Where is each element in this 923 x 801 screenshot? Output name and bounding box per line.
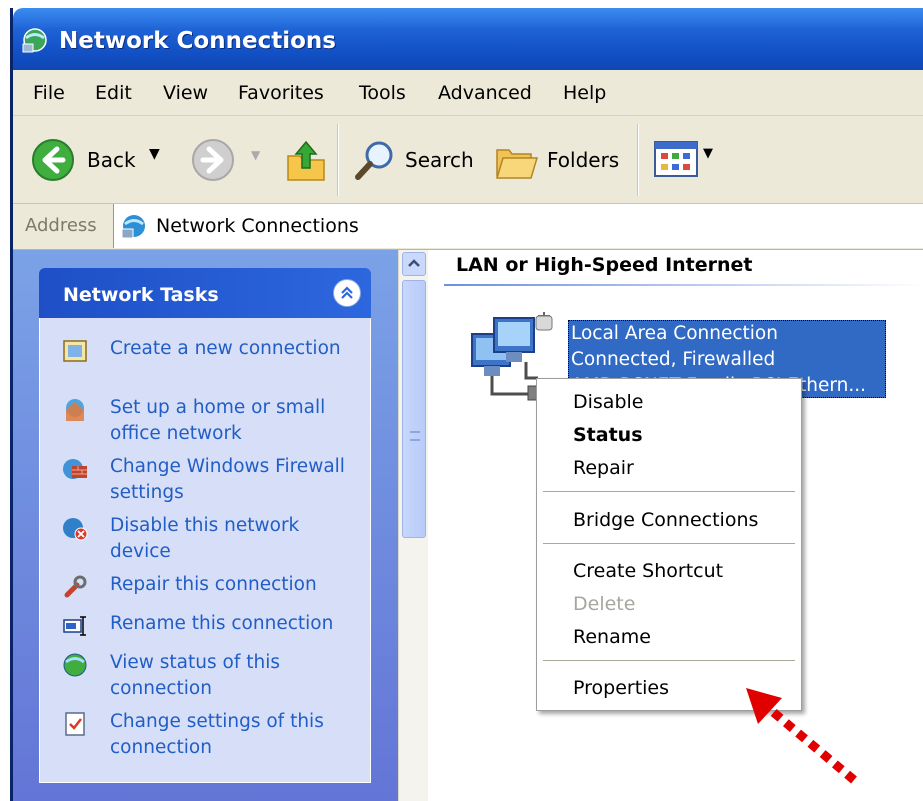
search-button[interactable]: Search xyxy=(353,136,481,184)
views-icon xyxy=(654,141,698,177)
vertical-scrollbar[interactable] xyxy=(398,250,428,801)
menu-help[interactable]: Help xyxy=(563,82,606,104)
group-header: LAN or High-Speed Internet xyxy=(456,254,753,276)
forward-button[interactable]: ▼ xyxy=(191,136,271,184)
menu-separator xyxy=(543,543,795,545)
menu-separator xyxy=(543,660,795,662)
connection-status: Connected, Firewalled xyxy=(571,349,776,370)
task-label: Change settings of this connection xyxy=(110,711,324,758)
menu-edit[interactable]: Edit xyxy=(95,82,132,104)
back-label: Back xyxy=(87,148,136,172)
search-icon xyxy=(355,141,393,180)
task-label: Change Windows Firewall settings xyxy=(110,456,345,503)
menu-separator xyxy=(543,491,795,493)
views-dropdown-icon: ▼ xyxy=(703,146,713,161)
menu-item-rename[interactable]: Rename xyxy=(573,626,651,648)
menu-view[interactable]: View xyxy=(163,82,208,104)
back-arrow-icon xyxy=(32,139,74,181)
settings-icon xyxy=(65,712,85,736)
status-icon xyxy=(63,653,87,677)
folders-button[interactable]: Folders xyxy=(495,136,625,184)
address-field[interactable]: Network Connections xyxy=(113,204,923,248)
menu-item-create-shortcut[interactable]: Create Shortcut xyxy=(573,560,723,582)
up-folder-icon[interactable] xyxy=(285,136,327,182)
forward-arrow-icon xyxy=(192,139,234,181)
folders-label: Folders xyxy=(547,148,620,172)
task-label: Create a new connection xyxy=(110,338,341,359)
scroll-up-button[interactable] xyxy=(402,252,426,276)
red-dotted-arrow-icon xyxy=(746,688,857,784)
network-connections-icon xyxy=(22,28,47,53)
collapse-chevron-icon[interactable] xyxy=(333,279,361,307)
task-label: Repair this connection xyxy=(110,574,317,595)
address-value: Network Connections xyxy=(156,215,359,237)
address-label: Address xyxy=(25,215,97,236)
back-dropdown-icon[interactable]: ▼ xyxy=(149,146,160,162)
menu-favorites[interactable]: Favorites xyxy=(238,82,324,104)
network-tasks-panel: Network Tasks Create a new connection Se… xyxy=(39,268,371,788)
window-title: Network Connections xyxy=(59,28,336,54)
views-button[interactable]: ▼ xyxy=(653,140,721,180)
network-tasks-list: Create a new connection Set up a home or… xyxy=(39,318,371,783)
back-button[interactable]: Back ▼ xyxy=(31,136,181,184)
task-label: Rename this connection xyxy=(110,613,334,634)
menu-tools[interactable]: Tools xyxy=(359,82,406,104)
folders-icon xyxy=(495,149,539,179)
chevron-up-icon xyxy=(408,259,420,267)
task-pane: Network Tasks Create a new connection Se… xyxy=(13,250,398,801)
firewall-icon xyxy=(63,459,87,479)
menu-item-status[interactable]: Status xyxy=(573,424,643,446)
network-connections-icon xyxy=(121,215,145,239)
task-label: Disable this network device xyxy=(110,515,300,562)
menu-item-properties[interactable]: Properties xyxy=(573,677,669,699)
disable-network-icon xyxy=(63,518,88,541)
network-tasks-header[interactable]: Network Tasks xyxy=(39,268,371,318)
context-menu: Disable Status Repair Bridge Connections… xyxy=(536,378,802,711)
menu-advanced[interactable]: Advanced xyxy=(438,82,532,104)
menu-bar: File Edit View Favorites Tools Advanced … xyxy=(13,70,923,116)
address-bar: Address Network Connections xyxy=(13,204,923,250)
menu-item-delete: Delete xyxy=(573,593,636,615)
scroll-grip xyxy=(410,431,420,441)
menu-item-disable[interactable]: Disable xyxy=(573,391,643,413)
task-label: Set up a home or small office network xyxy=(110,397,326,444)
repair-icon xyxy=(64,575,87,598)
search-label: Search xyxy=(405,148,474,172)
connection-name: Local Area Connection xyxy=(571,323,778,344)
menu-file[interactable]: File xyxy=(33,82,65,104)
toolbar: Back ▼ ▼ Search Folders ▼ xyxy=(13,116,923,204)
group-divider xyxy=(444,284,923,286)
scroll-thumb[interactable] xyxy=(402,280,426,538)
rename-icon xyxy=(63,616,86,636)
title-bar[interactable]: Network Connections xyxy=(13,8,923,70)
menu-item-bridge-connections[interactable]: Bridge Connections xyxy=(573,509,758,531)
toolbar-separator xyxy=(637,124,639,196)
network-tasks-title: Network Tasks xyxy=(63,284,219,306)
home-network-icon xyxy=(66,399,84,421)
new-connection-icon xyxy=(63,340,87,362)
menu-item-repair[interactable]: Repair xyxy=(573,457,634,479)
task-label: View status of this connection xyxy=(110,652,280,699)
forward-dropdown-icon[interactable]: ▼ xyxy=(251,148,260,162)
toolbar-separator xyxy=(337,124,339,196)
